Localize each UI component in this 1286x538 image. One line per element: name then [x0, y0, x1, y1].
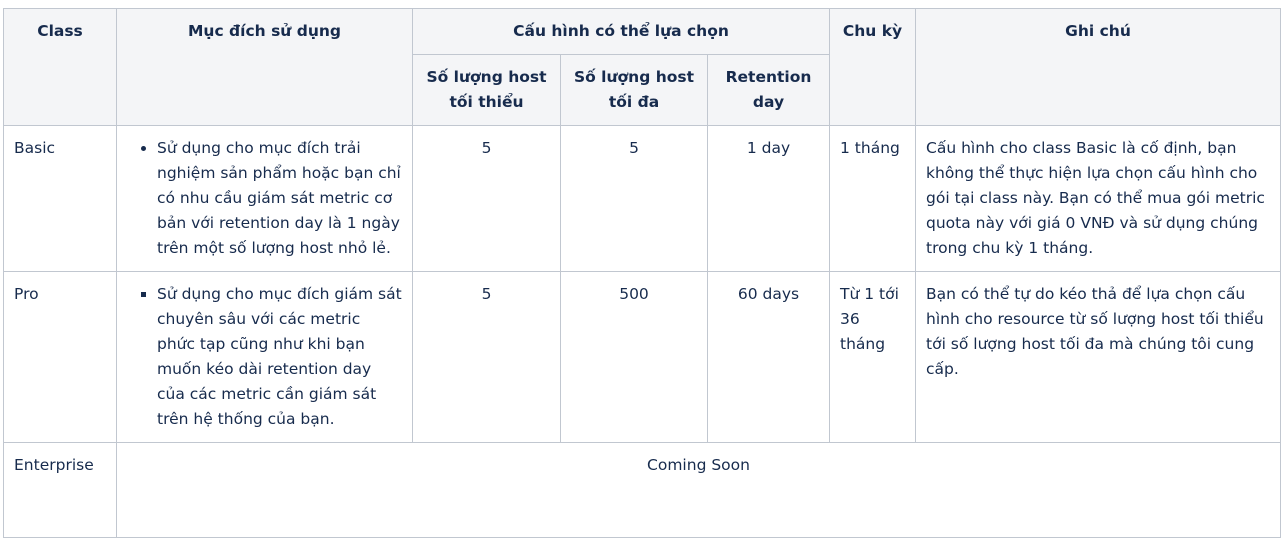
coming-soon-cell: Coming Soon [115, 442, 1282, 538]
cell-retention: 60 days [706, 271, 831, 443]
header-retention: Retention day [706, 54, 831, 126]
purpose-list-item: Sử dụng cho mục đích giám sát chuyên sâu… [157, 282, 402, 432]
table-row-enterprise: Enterprise Coming Soon [3, 442, 1282, 538]
header-notes: Ghi chú [915, 8, 1282, 126]
cell-class: Enterprise [3, 442, 117, 538]
cell-max-hosts: 500 [560, 271, 708, 443]
cell-min-hosts: 5 [412, 125, 561, 272]
cell-notes: Bạn có thể tự do kéo thả để lựa chọn cấu… [915, 271, 1282, 443]
cell-class: Basic [3, 125, 117, 272]
plan-comparison-table: Class Mục đích sử dụng Cấu hình có thể l… [3, 8, 1282, 538]
table-row-basic: Basic Sử dụng cho mục đích trải nghiệm s… [3, 125, 1282, 272]
header-class: Class [3, 8, 117, 126]
header-purpose: Mục đích sử dụng [116, 8, 413, 126]
table-row-pro: Pro Sử dụng cho mục đích giám sát chuyên… [3, 271, 1282, 443]
cell-class: Pro [3, 271, 117, 443]
purpose-list: Sử dụng cho mục đích giám sát chuyên sâu… [127, 282, 402, 432]
header-min-hosts: Số lượng host tối thiểu [412, 54, 561, 126]
header-cycle: Chu kỳ [829, 8, 917, 126]
cell-cycle: 1 tháng [829, 125, 917, 272]
cell-purpose: Sử dụng cho mục đích trải nghiệm sản phẩ… [116, 125, 413, 272]
plan-comparison-table-wrapper: Class Mục đích sử dụng Cấu hình có thể l… [3, 8, 1282, 538]
purpose-list: Sử dụng cho mục đích trải nghiệm sản phẩ… [127, 136, 402, 261]
cell-cycle: Từ 1 tới 36 tháng [829, 271, 917, 443]
header-max-hosts: Số lượng host tối đa [560, 54, 708, 126]
cell-purpose: Sử dụng cho mục đích giám sát chuyên sâu… [116, 271, 413, 443]
cell-notes: Cấu hình cho class Basic là cố định, bạn… [915, 125, 1282, 272]
purpose-list-item: Sử dụng cho mục đích trải nghiệm sản phẩ… [157, 136, 402, 261]
cell-retention: 1 day [706, 125, 831, 272]
header-config-group: Cấu hình có thể lựa chọn [411, 8, 831, 55]
cell-min-hosts: 5 [412, 271, 561, 443]
cell-max-hosts: 5 [560, 125, 708, 272]
